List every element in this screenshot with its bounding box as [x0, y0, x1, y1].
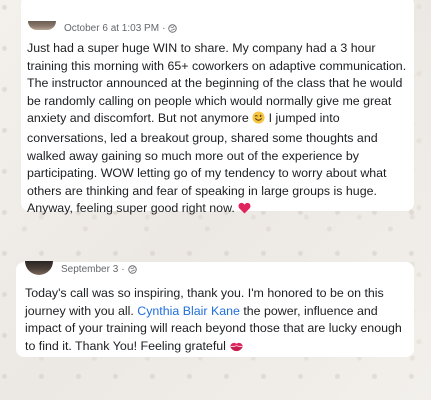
globe-icon[interactable]	[168, 23, 178, 34]
avatar[interactable]	[28, 21, 56, 30]
post-header: September 3 ·	[25, 260, 137, 275]
winking-face-emoji	[252, 111, 265, 130]
kiss-mark-emoji	[229, 340, 244, 358]
post-body: Just had a super huge WIN to share. My c…	[27, 40, 413, 220]
red-heart-emoji	[238, 202, 251, 220]
post-card: September 3 · Today's call was so inspir…	[16, 260, 414, 357]
avatar[interactable]	[25, 260, 53, 275]
post-body: Today's call was so inspiring, thank you…	[25, 285, 411, 357]
post-timestamp[interactable]: September 3	[61, 264, 118, 275]
separator: ·	[162, 23, 166, 34]
separator: ·	[121, 264, 125, 275]
post-timestamp[interactable]: October 6 at 1:03 PM	[64, 23, 159, 34]
post-header: October 6 at 1:03 PM ·	[28, 21, 178, 34]
mention-link[interactable]: Cynthia Blair Kane	[137, 304, 240, 318]
post-text: Just had a super huge WIN to share. My c…	[27, 41, 407, 126]
globe-icon[interactable]	[127, 264, 137, 275]
post-card: October 6 at 1:03 PM · Just had a super …	[21, 0, 414, 215]
post-text: I jumped into conversations, led a break…	[27, 111, 387, 216]
